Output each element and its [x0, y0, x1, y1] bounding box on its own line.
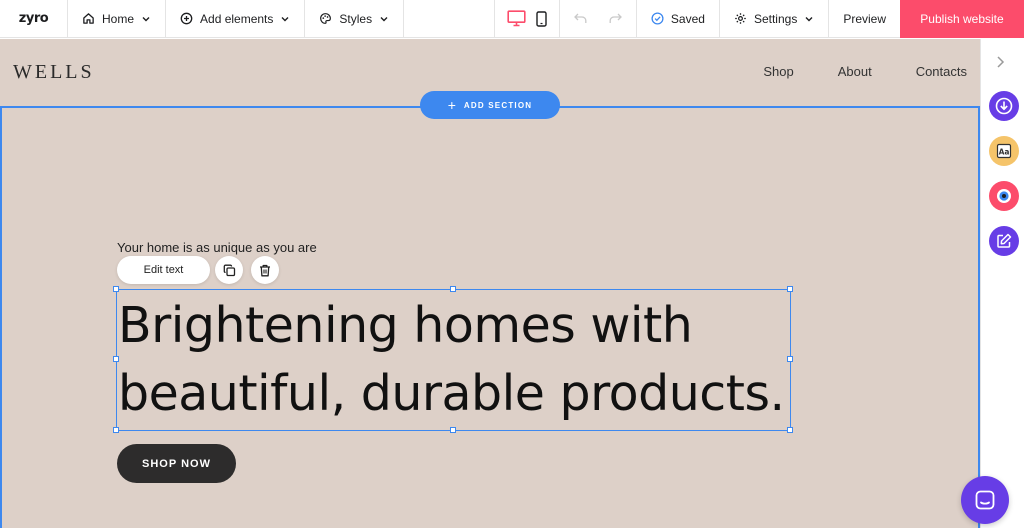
resize-handle[interactable]: [113, 427, 119, 433]
toolbar-spacer: [404, 0, 495, 38]
zyro-logo[interactable]: zyro: [0, 0, 68, 38]
hero-headline[interactable]: Brightening homes with beautiful, durabl…: [118, 292, 788, 428]
right-sidebar: Aa: [980, 39, 1024, 528]
hero-section[interactable]: Your home is as unique as you are Edit t…: [0, 106, 980, 528]
hero-tagline[interactable]: Your home is as unique as you are: [117, 240, 317, 255]
saved-status: Saved: [637, 0, 720, 38]
chevron-down-icon: [142, 16, 150, 21]
color-palette-icon[interactable]: [989, 181, 1019, 211]
add-circle-icon: [180, 12, 193, 25]
settings-label: Settings: [753, 11, 798, 26]
redo-icon[interactable]: [609, 13, 622, 24]
device-switcher: [495, 0, 560, 38]
site-nav: Shop About Contacts: [763, 64, 967, 79]
gear-icon: [735, 13, 746, 24]
hero-headline-line-1: Brightening homes with: [118, 297, 693, 354]
chevron-right-icon[interactable]: [995, 55, 1005, 69]
typography-icon[interactable]: Aa: [989, 136, 1019, 166]
site-logo[interactable]: WELLS: [13, 61, 95, 84]
palette-icon: [320, 13, 332, 24]
trash-icon: [260, 264, 270, 276]
resize-handle[interactable]: [113, 286, 119, 292]
delete-button[interactable]: [251, 256, 279, 284]
check-circle-icon: [651, 12, 664, 25]
publish-website-button[interactable]: Publish website: [900, 0, 1024, 38]
chevron-down-icon: [380, 16, 388, 21]
edit-text-button[interactable]: Edit text: [117, 256, 210, 284]
headline-selection-box[interactable]: Brightening homes with beautiful, durabl…: [113, 286, 793, 433]
styles-label: Styles: [339, 11, 373, 26]
page-selector-label: Home: [102, 11, 135, 26]
resize-handle[interactable]: [450, 427, 456, 433]
editor-canvas: WELLS Shop About Contacts + ADD SECTION …: [0, 39, 980, 528]
resize-handle[interactable]: [450, 286, 456, 292]
shop-now-button[interactable]: SHOP NOW: [117, 444, 236, 483]
undo-icon[interactable]: [574, 13, 587, 24]
add-elements-button[interactable]: Add elements: [166, 0, 306, 38]
add-elements-label: Add elements: [200, 11, 274, 26]
resize-handle[interactable]: [787, 356, 793, 362]
chat-icon: [975, 490, 995, 510]
chevron-down-icon: [281, 16, 289, 21]
resize-handle[interactable]: [113, 356, 119, 362]
chevron-down-icon: [805, 16, 813, 21]
duplicate-icon: [223, 264, 235, 276]
history-controls: [560, 0, 637, 38]
resize-handle[interactable]: [787, 286, 793, 292]
pencil-glyph-icon: [997, 233, 1012, 248]
svg-text:Aa: Aa: [999, 148, 1010, 157]
saved-label: Saved: [670, 11, 705, 26]
edit-icon[interactable]: [989, 226, 1019, 256]
nav-item-contacts[interactable]: Contacts: [916, 64, 967, 79]
nav-item-about[interactable]: About: [838, 64, 872, 79]
page-selector[interactable]: Home: [68, 0, 167, 38]
download-glyph-icon: [995, 97, 1013, 115]
hero-headline-line-2: beautiful, durable products.: [118, 365, 785, 422]
duplicate-button[interactable]: [215, 256, 243, 284]
styles-button[interactable]: Styles: [305, 0, 405, 38]
typography-glyph-icon: Aa: [996, 143, 1012, 159]
download-icon[interactable]: [989, 91, 1019, 121]
editor-toolbar: zyro Home Add elements Styles Saved Sett…: [0, 0, 1024, 38]
add-section-button[interactable]: + ADD SECTION: [420, 91, 560, 119]
plus-icon: +: [447, 97, 456, 113]
mobile-icon[interactable]: [536, 10, 547, 27]
nav-item-shop[interactable]: Shop: [763, 64, 793, 79]
home-icon: [83, 13, 94, 24]
settings-button[interactable]: Settings: [720, 0, 830, 38]
add-section-label: ADD SECTION: [463, 100, 533, 110]
preview-button[interactable]: Preview: [829, 0, 900, 38]
resize-handle[interactable]: [787, 427, 793, 433]
chat-support-button[interactable]: [961, 476, 1009, 524]
eye-glyph-icon: [997, 189, 1011, 203]
desktop-icon[interactable]: [507, 10, 526, 27]
